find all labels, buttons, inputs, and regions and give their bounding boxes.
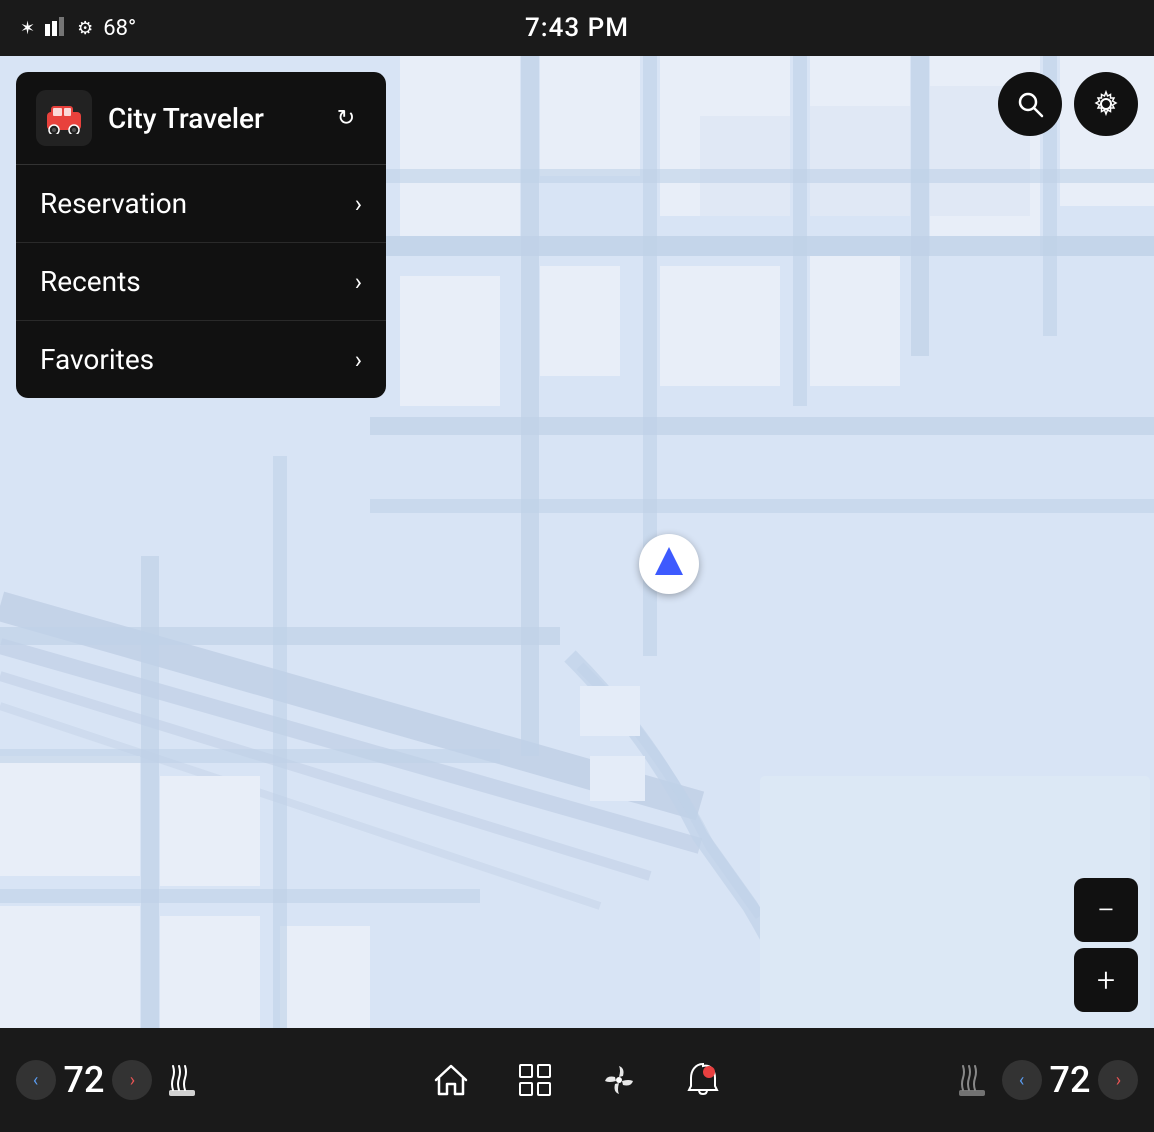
app-header: City Traveler ↻ (16, 72, 386, 165)
search-icon (1016, 90, 1044, 118)
fan-icon (601, 1062, 637, 1098)
app-menu: City Traveler ↻ Reservation › Recents › … (16, 72, 386, 398)
grid-icon (517, 1062, 553, 1098)
top-right-controls (998, 72, 1138, 136)
menu-item-recents[interactable]: Recents › (16, 243, 386, 321)
app-icon (36, 90, 92, 146)
home-button[interactable] (429, 1058, 473, 1102)
settings-button[interactable] (1074, 72, 1138, 136)
chevron-right-icon: › (355, 190, 362, 218)
map-area: City Traveler ↻ Reservation › Recents › … (0, 56, 1154, 1072)
left-climate: ‹ 72 › (0, 1058, 220, 1102)
rear-seat-heat-icon (955, 1062, 989, 1098)
gear-icon (1092, 90, 1120, 118)
seat-heat-left-icon[interactable] (160, 1058, 204, 1102)
left-temp-increase-button[interactable]: › (112, 1060, 152, 1100)
left-temperature: 72 (64, 1059, 105, 1101)
status-time: 7:43 PM (525, 13, 629, 43)
chevron-right-icon: › (355, 346, 362, 374)
seat-heat-icon (165, 1062, 199, 1098)
bottom-center-controls (220, 1058, 934, 1102)
refresh-button[interactable]: ↻ (326, 98, 366, 138)
zoom-in-button[interactable]: + (1074, 948, 1138, 1012)
status-left: ✶ ⚙ 68° (20, 16, 136, 41)
bell-icon (685, 1062, 721, 1098)
right-climate: ‹ 72 › (934, 1058, 1154, 1102)
settings-status-icon: ⚙ (77, 18, 93, 39)
location-marker (639, 534, 699, 594)
signal-icon (45, 16, 67, 41)
home-icon (433, 1062, 469, 1098)
bluetooth-icon: ✶ (20, 18, 35, 39)
zoom-controls: − + (1074, 878, 1138, 1012)
navigation-arrow (655, 547, 683, 575)
fan-button[interactable] (597, 1058, 641, 1102)
app-title: City Traveler (108, 102, 310, 135)
left-temp-decrease-button[interactable]: ‹ (16, 1060, 56, 1100)
recents-label: Recents (40, 265, 141, 298)
seat-heat-right-icon[interactable] (950, 1058, 994, 1102)
right-temp-decrease-button[interactable]: ‹ (1002, 1060, 1042, 1100)
status-bar: ✶ ⚙ 68° 7:43 PM (0, 0, 1154, 56)
reservation-label: Reservation (40, 187, 187, 220)
right-temp-increase-button[interactable]: › (1098, 1060, 1138, 1100)
zoom-out-button[interactable]: − (1074, 878, 1138, 942)
temperature-display: 68° (103, 16, 136, 41)
chevron-right-icon: › (355, 268, 362, 296)
right-temperature: 72 (1050, 1059, 1091, 1101)
car-icon (45, 102, 83, 134)
bottom-bar: ‹ 72 › (0, 1028, 1154, 1132)
favorites-label: Favorites (40, 343, 154, 376)
search-button[interactable] (998, 72, 1062, 136)
menu-item-reservation[interactable]: Reservation › (16, 165, 386, 243)
grid-button[interactable] (513, 1058, 557, 1102)
menu-item-favorites[interactable]: Favorites › (16, 321, 386, 398)
notification-button[interactable] (681, 1058, 725, 1102)
